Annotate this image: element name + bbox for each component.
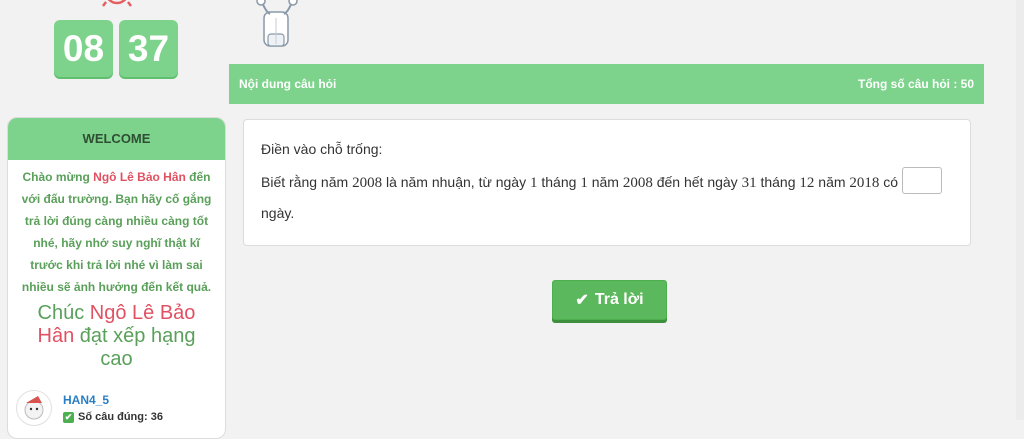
wish-suffix: đạt xếp hạng cao <box>74 325 196 370</box>
q-number: 31 <box>741 175 757 191</box>
greeting-prefix: Chào mừng <box>22 170 94 184</box>
correct-count-label: Số câu đúng: 36 <box>78 411 163 423</box>
q-number: 1 <box>580 175 588 191</box>
q-text-part: là năm nhuận, từ ngày <box>382 174 530 190</box>
question-total: Tổng số câu hỏi : 50 <box>857 77 974 91</box>
check-icon: ✔ <box>575 292 589 309</box>
greeting-suffix: đến với đấu trường. Bạn hãy cố gắng trả … <box>21 170 212 294</box>
timer-seconds: 37 <box>119 20 178 77</box>
page-edge <box>1016 0 1024 420</box>
wish-prefix: Chúc <box>37 302 90 324</box>
q-year: 2008 <box>622 175 653 191</box>
wish-message: Chúc Ngô Lê Bảo Hân đạt xếp hạng cao <box>8 298 225 371</box>
q-text-part: tháng <box>537 174 581 190</box>
question-unit: ngày. <box>261 205 295 221</box>
student-name: Ngô Lê Bảo Hân <box>93 170 186 184</box>
q-text-part: năm <box>814 174 850 190</box>
user-row: HAN4_5 ✔ Số câu đúng: 36 <box>16 390 216 438</box>
q-text-part: tháng <box>756 174 800 190</box>
q-text-part: có <box>879 174 899 190</box>
question-header: Nội dung câu hỏi Tổng số câu hỏi : 50 <box>229 64 984 104</box>
welcome-header: WELCOME <box>8 118 225 160</box>
avatar-icon <box>16 390 52 426</box>
q-number: 12 <box>799 175 815 191</box>
alarm-clock-icon <box>102 0 132 7</box>
timer-minutes: 08 <box>54 20 113 77</box>
question-card: Điền vào chỗ trống: Biết rằng năm 2008 l… <box>243 119 971 246</box>
check-icon: ✔ <box>63 412 74 423</box>
welcome-message: Chào mừng Ngô Lê Bảo Hân đến với đấu trư… <box>8 160 225 298</box>
q-year: 2018 <box>849 175 880 191</box>
robot-mascot-icon <box>256 0 298 47</box>
submit-answer-button[interactable]: ✔ Trả lời <box>552 280 667 320</box>
question-header-title: Nội dung câu hỏi <box>239 77 337 91</box>
question-text: Biết rằng năm 2008 là năm nhuận, từ ngày… <box>261 174 898 192</box>
question-prompt: Điền vào chỗ trống: <box>261 141 383 157</box>
q-text-part: năm <box>587 174 623 190</box>
submit-label: Trả lời <box>594 291 644 308</box>
answer-input[interactable] <box>902 167 942 194</box>
welcome-card: WELCOME Chào mừng Ngô Lê Bảo Hân đến với… <box>7 117 226 439</box>
username-link[interactable]: HAN4_5 <box>63 393 109 407</box>
correct-count: ✔ Số câu đúng: 36 <box>63 411 163 423</box>
q-text-part: đến hết ngày <box>652 174 742 190</box>
q-year: 2008 <box>352 175 383 191</box>
q-text-part: Biết rằng năm <box>261 174 353 190</box>
